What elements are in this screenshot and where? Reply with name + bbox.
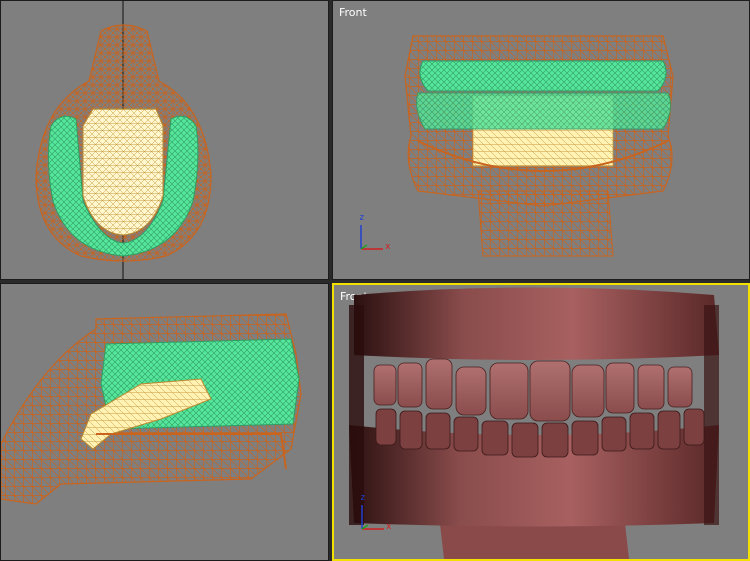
axis-z-label: z — [359, 213, 365, 223]
top-view-mesh — [35, 1, 212, 279]
axis-tripod: z x — [355, 213, 395, 255]
viewport-top[interactable] — [0, 0, 329, 280]
left-view-mesh — [1, 313, 302, 505]
axis-z-label: z — [360, 493, 366, 503]
axis-x-label: x — [386, 522, 392, 532]
viewport-perspective[interactable]: Front z x — [332, 283, 750, 561]
front-view-mesh — [404, 35, 674, 257]
shaded-teeth-model — [349, 287, 719, 559]
axis-tripod: z x — [356, 493, 396, 535]
axis-x-label: x — [385, 242, 391, 252]
viewport-front[interactable]: Front z x — [332, 0, 750, 280]
viewport-left[interactable] — [0, 283, 329, 561]
